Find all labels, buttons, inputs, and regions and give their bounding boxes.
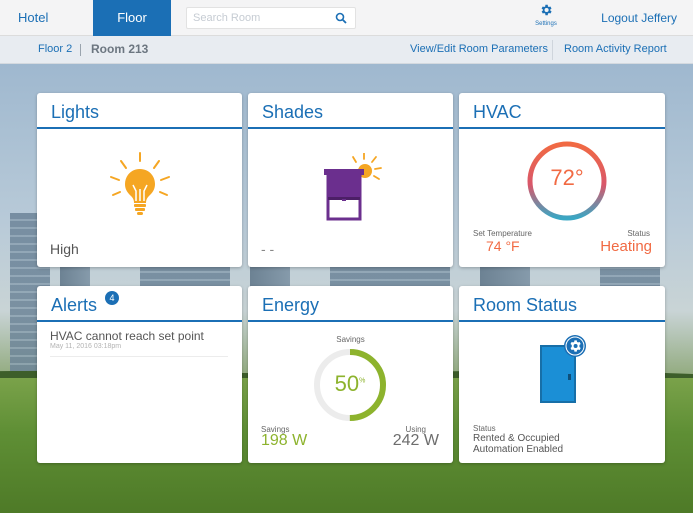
shades-level: - - (261, 241, 275, 257)
energy-percent-sign: % (359, 377, 366, 385)
lightbulb-icon (110, 152, 170, 215)
title-rule (459, 320, 665, 322)
room-status-card[interactable]: Room Status Status Rented & Occupied Aut… (459, 286, 665, 463)
shades-card[interactable]: Shades - - (248, 93, 453, 267)
gear-icon (541, 4, 552, 16)
alerts-title: Alerts (51, 295, 98, 315)
energy-percent-value: 50 (334, 371, 360, 396)
room-status-title: Room Status (473, 295, 578, 315)
alerts-card[interactable]: Alerts 4 HVAC cannot reach set point May… (37, 286, 242, 463)
breadcrumb-bar: Floor 2 Room 213 View/Edit Room Paramete… (0, 36, 693, 64)
alert-message: HVAC cannot reach set point (50, 329, 204, 343)
lights-card[interactable]: Lights High (37, 93, 242, 267)
top-navigation-bar: Hotel Floor Settings Logout Jeffery (0, 0, 693, 36)
energy-title: Energy (262, 295, 320, 315)
settings-button[interactable]: Settings (528, 3, 564, 33)
room-activity-report-link[interactable]: Room Activity Report (564, 36, 667, 63)
title-rule (248, 127, 453, 129)
search-icon[interactable] (335, 12, 347, 24)
title-rule (37, 320, 242, 322)
alert-timestamp: May 11, 2016 03:18pm (50, 343, 122, 350)
hvac-card[interactable]: HVAC 72° Set Temperature 74 °F Status He… (459, 93, 665, 267)
energy-savings-top-label: Savings (336, 335, 365, 344)
window-shade-icon (324, 153, 382, 221)
set-temp-value[interactable]: 74 °F (486, 238, 520, 254)
energy-percent: 50% (311, 371, 389, 397)
energy-card[interactable]: Energy Savings 50% Savings 198 W Using 2… (248, 286, 453, 463)
search-input[interactable] (187, 8, 327, 28)
breadcrumb-floor[interactable]: Floor 2 (38, 36, 72, 63)
settings-label: Settings (535, 21, 557, 27)
alerts-count-badge: 4 (105, 291, 119, 305)
tab-hotel[interactable]: Hotel (18, 0, 78, 36)
room-status-label: Status (473, 424, 496, 433)
hvac-status-label: Status (627, 229, 650, 238)
view-edit-params-link[interactable]: View/Edit Room Parameters (410, 36, 548, 63)
tab-floor[interactable]: Floor (93, 0, 171, 36)
energy-savings-value: 198 W (261, 432, 308, 449)
link-divider (552, 40, 553, 60)
door-icon (540, 335, 586, 403)
hvac-current-temp: 72° (550, 165, 584, 190)
set-temp-label: Set Temperature (473, 229, 532, 238)
room-status-automation: Automation Enabled (473, 444, 564, 455)
title-rule (37, 127, 242, 129)
room-status-occupancy: Rented & Occupied (473, 433, 560, 444)
lights-level: High (50, 241, 79, 257)
hvac-title: HVAC (473, 102, 522, 122)
logout-link[interactable]: Logout Jeffery (601, 0, 677, 36)
search-box (186, 7, 356, 29)
breadcrumb-room: Room 213 (91, 42, 149, 56)
title-rule (248, 320, 453, 322)
alert-divider (50, 356, 228, 357)
hvac-status-value: Heating (600, 238, 652, 255)
breadcrumb-divider (80, 44, 81, 56)
shades-title: Shades (262, 102, 324, 122)
lights-title: Lights (51, 102, 100, 122)
title-rule (459, 127, 665, 129)
energy-using-value: 242 W (392, 432, 439, 449)
